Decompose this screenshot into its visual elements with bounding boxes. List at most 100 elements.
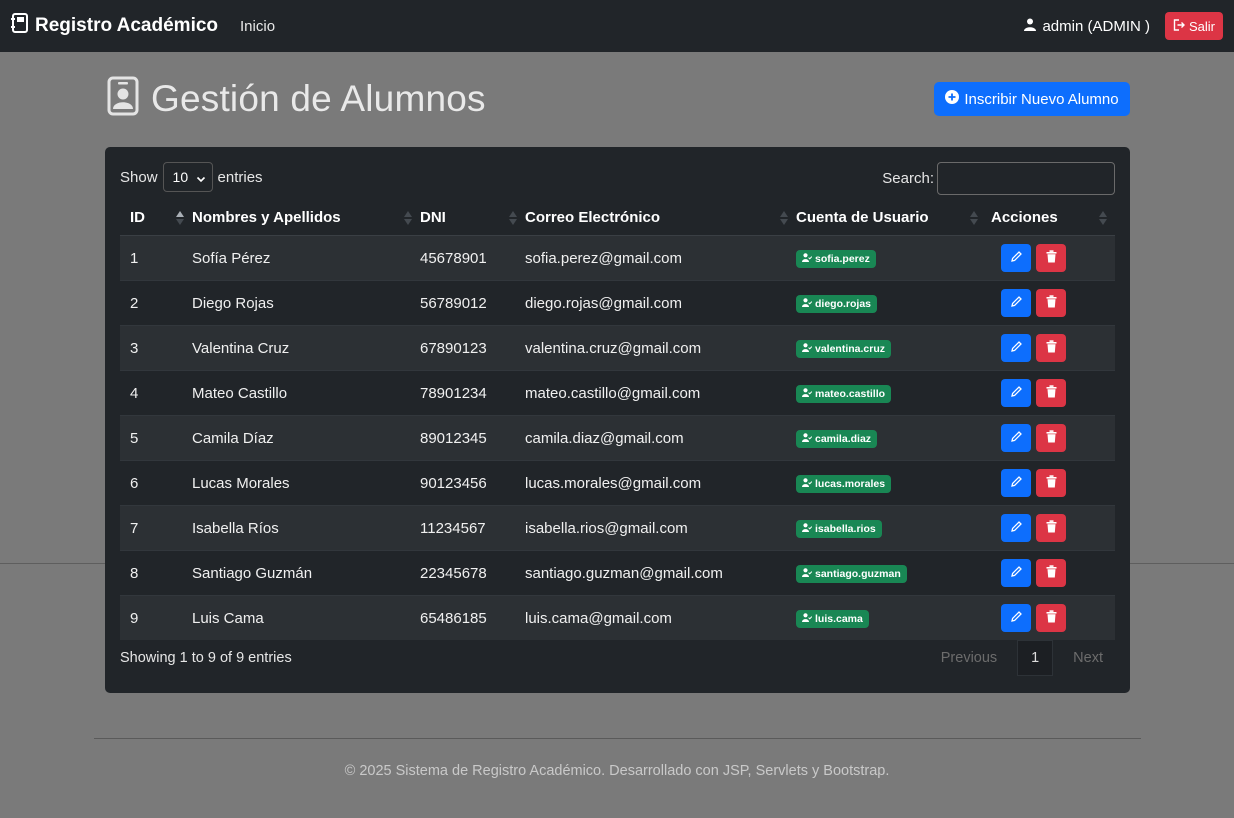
- pencil-icon: [1010, 565, 1023, 582]
- cell-id: 3: [120, 325, 192, 371]
- pencil-icon: [1010, 250, 1023, 267]
- delete-button[interactable]: [1036, 604, 1066, 632]
- cell-name: Luis Cama: [192, 595, 420, 640]
- add-student-button[interactable]: Inscribir Nuevo Alumno: [934, 82, 1130, 116]
- show-label: Show: [120, 168, 158, 186]
- delete-button[interactable]: [1036, 424, 1066, 452]
- brand-link[interactable]: Registro Académico: [11, 13, 218, 39]
- person-check-icon: [802, 477, 815, 490]
- page-size-select[interactable]: 10: [162, 162, 213, 192]
- edit-button[interactable]: [1001, 424, 1031, 452]
- delete-button[interactable]: [1036, 514, 1066, 542]
- table-header-row: ID Nombres y Apellidos DNI Correo Electr…: [120, 199, 1115, 236]
- students-card: Show 10 entries Search: ID Nombres y Ape…: [105, 147, 1130, 693]
- edit-button[interactable]: [1001, 469, 1031, 497]
- row-actions: [986, 244, 1115, 272]
- search-input[interactable]: [937, 162, 1115, 195]
- table-row: 7 Isabella Ríos 11234567 isabella.rios@gmai…: [120, 505, 1115, 551]
- username-label: isabella.rios: [815, 522, 876, 535]
- cell-name: Valentina Cruz: [192, 325, 420, 371]
- cell-name: Sofía Pérez: [192, 235, 420, 281]
- column-header-name[interactable]: Nombres y Apellidos: [192, 199, 420, 236]
- sort-icon: [404, 211, 412, 229]
- delete-button[interactable]: [1036, 334, 1066, 362]
- username-label: mateo.castillo: [815, 387, 886, 400]
- trash-icon: [1046, 429, 1057, 447]
- plus-circle-icon: [945, 90, 964, 108]
- username-label: camila.diaz: [815, 432, 872, 445]
- column-header-dni[interactable]: DNI: [420, 199, 525, 236]
- search-label: Search:: [882, 170, 934, 187]
- cell-email: diego.rojas@gmail.com: [525, 280, 796, 326]
- cell-name: Santiago Guzmán: [192, 550, 420, 596]
- cell-user: sofia.perez: [796, 235, 986, 281]
- page-button-1[interactable]: 1: [1017, 640, 1054, 676]
- edit-button[interactable]: [1001, 289, 1031, 317]
- edit-button[interactable]: [1001, 334, 1031, 362]
- delete-button[interactable]: [1036, 244, 1066, 272]
- pencil-icon: [1010, 520, 1023, 537]
- username-label: valentina.cruz: [815, 342, 886, 355]
- user-account-badge: sofia.perez: [796, 249, 876, 268]
- nav-link-inicio[interactable]: Inicio: [240, 18, 275, 35]
- logout-icon: [1173, 18, 1189, 34]
- cell-dni: 22345678: [420, 550, 525, 596]
- cell-id: 5: [120, 415, 192, 461]
- row-actions: [986, 469, 1115, 497]
- delete-button[interactable]: [1036, 469, 1066, 497]
- pencil-icon: [1010, 295, 1023, 312]
- cell-user: isabella.rios: [796, 505, 986, 551]
- person-check-icon: [802, 567, 815, 580]
- cell-actions: [986, 415, 1115, 461]
- delete-button[interactable]: [1036, 559, 1066, 587]
- navbar: Registro Académico Inicio admin (ADMIN )…: [0, 0, 1234, 52]
- user-account-badge: lucas.morales: [796, 474, 892, 493]
- person-icon: [1024, 18, 1042, 35]
- pencil-icon: [1010, 340, 1023, 357]
- next-page-button[interactable]: Next: [1061, 640, 1115, 676]
- table-info: Showing 1 to 9 of 9 entries: [120, 650, 292, 666]
- edit-button[interactable]: [1001, 244, 1031, 272]
- edit-button[interactable]: [1001, 514, 1031, 542]
- table-row: 3 Valentina Cruz 67890123 valentina.cruz@gm…: [120, 325, 1115, 371]
- person-check-icon: [802, 297, 815, 310]
- user-account-badge: camila.diaz: [796, 429, 878, 448]
- cell-actions: [986, 280, 1115, 326]
- cell-dni: 11234567: [420, 505, 525, 551]
- cell-user: mateo.castillo: [796, 370, 986, 416]
- column-header-user[interactable]: Cuenta de Usuario: [796, 199, 986, 236]
- cell-name: Diego Rojas: [192, 280, 420, 326]
- entries-label: entries: [217, 168, 263, 186]
- delete-button[interactable]: [1036, 379, 1066, 407]
- brand-label: Registro Académico: [35, 15, 219, 36]
- edit-button[interactable]: [1001, 379, 1031, 407]
- delete-button[interactable]: [1036, 289, 1066, 317]
- trash-icon: [1046, 384, 1057, 402]
- user-account-badge: luis.cama: [796, 609, 869, 628]
- cell-dni: 89012345: [420, 415, 525, 461]
- edit-button[interactable]: [1001, 604, 1031, 632]
- cell-email: luis.cama@gmail.com: [525, 595, 796, 640]
- search-control: Search:: [882, 162, 1115, 195]
- cell-email: santiago.guzman@gmail.com: [525, 550, 796, 596]
- logout-button[interactable]: Salir: [1164, 12, 1223, 40]
- cell-actions: [986, 370, 1115, 416]
- cell-actions: [986, 550, 1115, 596]
- previous-page-button[interactable]: Previous: [929, 640, 1009, 676]
- person-check-icon: [802, 522, 815, 535]
- cell-dni: 45678901: [420, 235, 525, 281]
- edit-button[interactable]: [1001, 559, 1031, 587]
- pencil-icon: [1010, 385, 1023, 402]
- pencil-icon: [1010, 430, 1023, 447]
- column-header-actions[interactable]: Acciones: [986, 199, 1115, 236]
- column-header-id[interactable]: ID: [120, 199, 192, 236]
- row-actions: [986, 424, 1115, 452]
- footer-divider: [94, 738, 1141, 739]
- trash-icon: [1046, 474, 1057, 492]
- pencil-icon: [1010, 475, 1023, 492]
- cell-email: mateo.castillo@gmail.com: [525, 370, 796, 416]
- user-account-badge: santiago.guzman: [796, 564, 907, 583]
- sort-asc-icon: [176, 211, 184, 229]
- cell-user: camila.diaz: [796, 415, 986, 461]
- column-header-email[interactable]: Correo Electrónico: [525, 199, 796, 236]
